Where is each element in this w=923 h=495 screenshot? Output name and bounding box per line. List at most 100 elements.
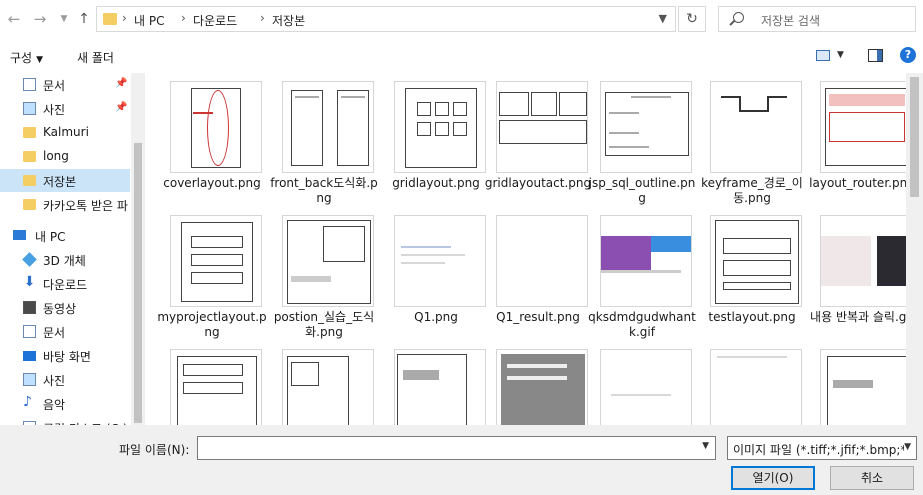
thumbnail-shape bbox=[833, 380, 873, 388]
sidebar-item-label: 사진 bbox=[43, 374, 66, 388]
filename-dropdown-icon[interactable]: ▼ bbox=[702, 441, 709, 451]
sidebar-item[interactable]: 사진 bbox=[0, 368, 130, 391]
search-input[interactable]: 저장본 검색 bbox=[718, 6, 916, 32]
sidebar-item-label: 문서 bbox=[43, 79, 66, 93]
sidebar-item[interactable]: 로컬 디스크 (C:) bbox=[0, 416, 130, 425]
thumbnail-shape bbox=[291, 276, 331, 282]
help-icon[interactable]: ? bbox=[900, 47, 916, 63]
file-tile[interactable] bbox=[482, 341, 594, 425]
recent-locations-chevron-icon[interactable]: ▼ bbox=[54, 8, 74, 30]
file-tile[interactable] bbox=[586, 341, 698, 425]
file-tile[interactable]: postion_실습_도식화.png bbox=[268, 207, 380, 339]
sidebar-item[interactable]: ⬇ 다운로드 bbox=[0, 272, 130, 295]
sidebar-item[interactable]: 사진 📌 bbox=[0, 97, 130, 120]
thumbnail-shape bbox=[827, 356, 906, 425]
folder-icon bbox=[23, 175, 36, 186]
file-tile[interactable]: coverlayout.png bbox=[156, 73, 268, 201]
dialog-footer: 파일 이름(N): ▼ 이미지 파일 (*.tiff;*.jfif;*.bmp;… bbox=[0, 425, 923, 495]
thumbnail-shape bbox=[499, 120, 587, 144]
thumbnail-shape bbox=[191, 236, 243, 248]
file-tile[interactable]: Q1_result.png bbox=[482, 207, 594, 335]
file-name: postion_실습_도식화.png bbox=[273, 310, 375, 339]
sidebar-item[interactable]: 바탕 화면 bbox=[0, 344, 130, 367]
sidebar-item[interactable]: ♪ 음악 bbox=[0, 392, 130, 415]
pictures-icon bbox=[23, 102, 36, 115]
up-arrow-icon[interactable]: ↑ bbox=[74, 8, 94, 30]
address-row: ← → ▼ ↑ › 내 PC › 다운로드 › 저장본 ▼ ↻ 저장본 검색 bbox=[0, 0, 923, 40]
thumbnail-shape bbox=[609, 146, 649, 148]
file-grid-scrollbar-thumb[interactable] bbox=[910, 77, 919, 197]
file-thumbnail bbox=[496, 349, 588, 425]
new-folder-button[interactable]: 새 폴더 bbox=[77, 49, 114, 66]
file-tile[interactable]: testlayout.png bbox=[696, 207, 808, 335]
thumbnail-shape bbox=[401, 254, 465, 256]
thumbnail-shape bbox=[417, 122, 431, 136]
file-tile[interactable] bbox=[380, 341, 492, 425]
navigation-scrollbar[interactable] bbox=[131, 73, 145, 425]
file-tile[interactable]: Q1.png bbox=[380, 207, 492, 335]
file-tile[interactable]: gridlayoutact.png bbox=[482, 73, 594, 201]
breadcrumb-my-pc[interactable]: 내 PC bbox=[134, 12, 164, 29]
file-tile[interactable]: myprojectlayout.png bbox=[156, 207, 268, 339]
view-options-icon[interactable] bbox=[816, 50, 830, 61]
thumbnail-shape bbox=[877, 236, 906, 286]
file-thumbnail bbox=[394, 81, 486, 173]
sidebar-item-label: 동영상 bbox=[43, 302, 77, 316]
forward-arrow-icon[interactable]: → bbox=[30, 8, 50, 30]
file-name: Q1.png bbox=[414, 310, 458, 324]
file-thumbnail bbox=[394, 349, 486, 425]
cancel-button[interactable]: 취소 bbox=[830, 466, 914, 490]
thumbnail-shape bbox=[739, 96, 741, 110]
file-tile[interactable] bbox=[156, 341, 268, 425]
file-tile[interactable]: gridlayout.png bbox=[380, 73, 492, 201]
file-tile[interactable] bbox=[806, 341, 906, 425]
thumbnail-shape bbox=[717, 356, 787, 358]
file-type-select[interactable]: 이미지 파일 (*.tiff;*.jfif;*.bmp;* ▼ bbox=[727, 436, 917, 460]
sidebar-item[interactable]: 3D 개체 bbox=[0, 248, 130, 271]
sidebar-item[interactable]: 동영상 bbox=[0, 296, 130, 319]
sidebar-item-label: 문서 bbox=[43, 326, 66, 340]
breadcrumb-saved[interactable]: 저장본 bbox=[272, 12, 305, 29]
navigation-scrollbar-thumb[interactable] bbox=[134, 143, 142, 423]
breadcrumb-downloads[interactable]: 다운로드 bbox=[193, 12, 237, 29]
organize-label: 구성 bbox=[10, 51, 33, 65]
sidebar-item[interactable]: 내 PC bbox=[0, 224, 130, 247]
file-name: keyframe_경로_이동.png bbox=[701, 176, 803, 205]
file-thumbnail bbox=[600, 81, 692, 173]
thumbnail-shape bbox=[435, 102, 449, 116]
sidebar-item[interactable]: 저장본 bbox=[0, 169, 130, 192]
video-icon bbox=[23, 301, 36, 314]
file-tile[interactable]: qksdmdgudwhantk.gif bbox=[586, 207, 698, 339]
organize-button[interactable]: 구성 ▼ bbox=[10, 49, 43, 66]
file-tile[interactable] bbox=[268, 341, 380, 425]
address-dropdown-icon[interactable]: ▼ bbox=[659, 12, 667, 25]
sidebar-item[interactable]: 문서 bbox=[0, 320, 130, 343]
file-tile[interactable]: front_back도식화.png bbox=[268, 73, 380, 205]
file-tile[interactable]: keyframe_경로_이동.png bbox=[696, 73, 808, 205]
sidebar-item[interactable]: 문서 📌 bbox=[0, 73, 130, 96]
open-button[interactable]: 열기(O) bbox=[731, 466, 815, 490]
thumbnail-shape bbox=[767, 96, 787, 98]
filename-input[interactable]: ▼ bbox=[197, 436, 716, 460]
address-bar[interactable]: › 내 PC › 다운로드 › 저장본 ▼ bbox=[96, 6, 676, 32]
file-thumbnail bbox=[282, 215, 374, 307]
file-thumbnail bbox=[710, 349, 802, 425]
thumbnail-shape bbox=[609, 112, 639, 114]
thumbnail-shape bbox=[183, 364, 243, 376]
preview-pane-icon[interactable] bbox=[868, 49, 883, 62]
thumbnail-shape bbox=[191, 272, 243, 284]
file-tile[interactable] bbox=[696, 341, 808, 425]
file-thumbnail bbox=[282, 349, 374, 425]
file-name: front_back도식화.png bbox=[270, 176, 378, 205]
file-tile[interactable]: layout_router.png bbox=[806, 73, 906, 201]
view-dropdown-icon[interactable]: ▼ bbox=[837, 50, 844, 60]
sidebar-item[interactable]: 카카오톡 받은 파 bbox=[0, 193, 130, 216]
sidebar-item[interactable]: Kalmuri bbox=[0, 121, 130, 144]
file-tile[interactable]: jsp_sql_outline.png bbox=[586, 73, 698, 205]
refresh-button[interactable]: ↻ bbox=[678, 6, 706, 32]
file-grid-scrollbar[interactable] bbox=[906, 73, 923, 425]
thumbnail-shape bbox=[397, 354, 467, 425]
sidebar-item[interactable]: long bbox=[0, 145, 130, 168]
back-arrow-icon[interactable]: ← bbox=[4, 8, 24, 30]
file-tile[interactable]: 내용 반복과 슬릭.gif bbox=[806, 207, 906, 335]
